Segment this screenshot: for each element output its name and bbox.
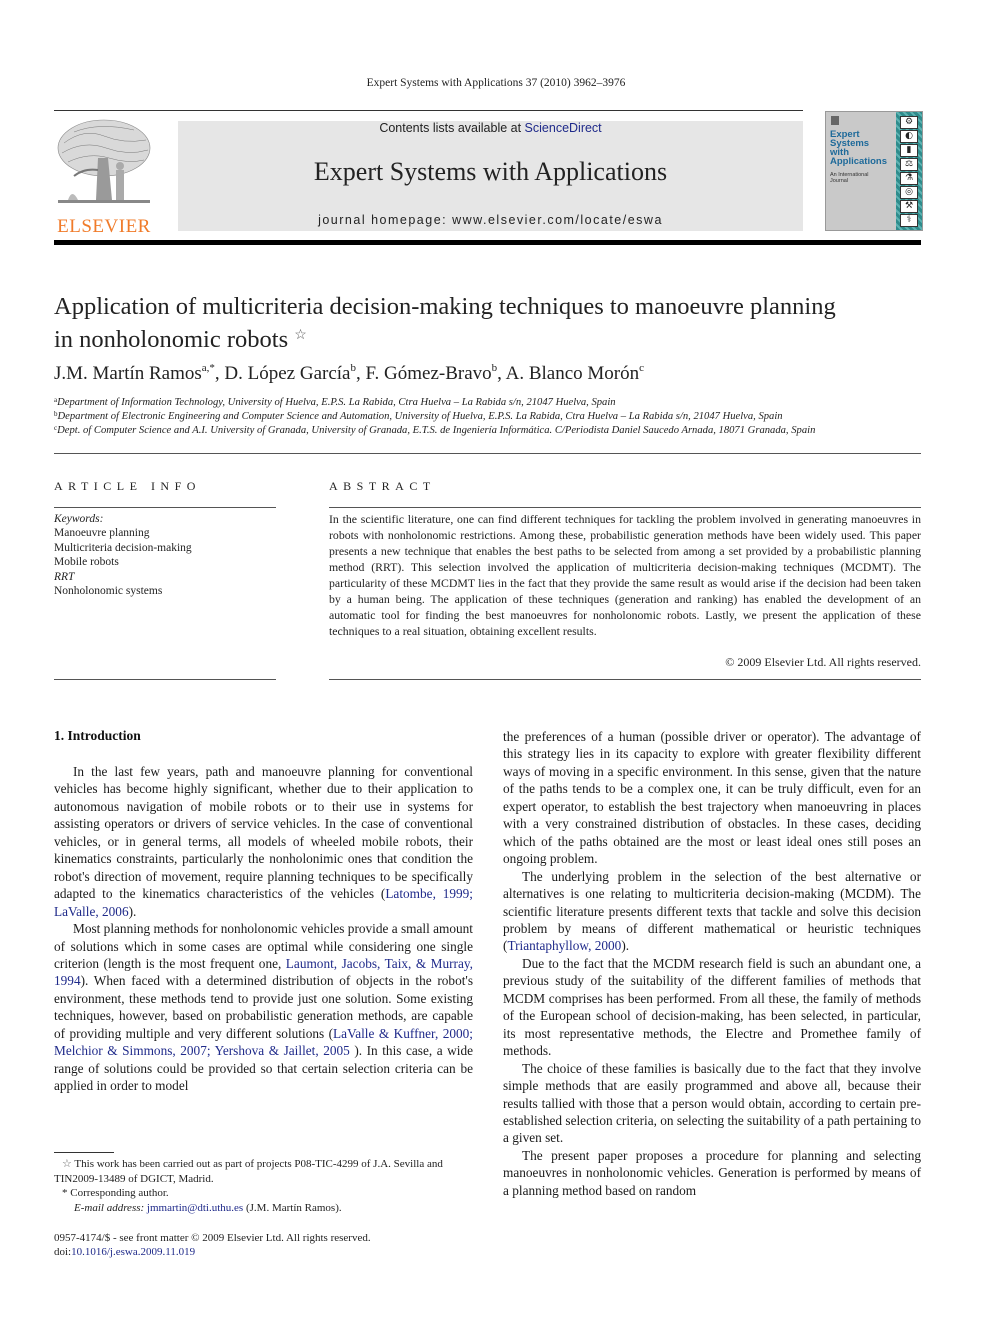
abstract-copyright: © 2009 Elsevier Ltd. All rights reserved… <box>725 655 921 669</box>
body-column-right: the preferences of a human (possible dri… <box>503 728 921 1199</box>
cover-microscope-icon: ⚗ <box>900 172 918 185</box>
doi-link[interactable]: 10.1016/j.eswa.2009.11.019 <box>71 1246 195 1258</box>
cover-subtitle-line: Journal <box>830 178 849 184</box>
article-info-bottom-rule <box>54 679 276 680</box>
footnotes: ☆ This work has been carried out as part… <box>54 1157 473 1215</box>
cover-title: Expert Systems with Applications <box>830 130 888 167</box>
keyword[interactable]: Manoeuvre planning <box>54 526 192 540</box>
issn-line: 0957-4174/$ - see front matter © 2009 El… <box>54 1232 371 1244</box>
keyword[interactable]: Multicriteria decision-making <box>54 541 192 555</box>
running-header: Expert Systems with Applications 37 (201… <box>366 77 626 89</box>
author[interactable]: F. Gómez-Bravob <box>366 362 498 384</box>
masthead-rule <box>54 240 921 245</box>
title-note-star-icon[interactable]: ☆ <box>294 328 307 343</box>
header-rule <box>54 110 803 111</box>
affiliation: bDepartment of Electronic Engineering an… <box>54 410 783 422</box>
cover-publisher-mark-icon <box>831 116 839 125</box>
author[interactable]: A. Blanco Morónc <box>506 362 644 384</box>
keyword[interactable]: Nonholonomic systems <box>54 584 192 598</box>
elsevier-tree-icon <box>57 119 151 203</box>
footnote-rule <box>54 1152 114 1153</box>
doi-line: doi:10.1016/j.eswa.2009.11.019 <box>54 1246 196 1258</box>
keyword[interactable]: RRT <box>54 570 192 584</box>
abstract-heading: ABSTRACT <box>329 479 436 493</box>
footnote-email: E-mail address: jmmartin@dti.uthu.es (J.… <box>74 1201 342 1214</box>
contents-label: Contents lists available at <box>379 121 525 135</box>
footnote-funding: ☆ This work has been carried out as part… <box>54 1158 443 1185</box>
front-matter-meta: 0957-4174/$ - see front matter © 2009 El… <box>54 1231 371 1259</box>
cover-caduceus-icon: ⚕ <box>900 214 918 227</box>
footnote-corresponding: * Corresponding author. <box>62 1187 169 1199</box>
article-info-rule <box>54 507 276 508</box>
author-list: J.M. Martín Ramosa,*, D. López Garcíab, … <box>54 362 645 384</box>
journal-homepage-link[interactable]: journal homepage: www.elsevier.com/locat… <box>178 213 803 227</box>
sciencedirect-link[interactable]: ScienceDirect <box>525 121 602 135</box>
paragraph: Most planning methods for nonholonomic v… <box>54 921 473 1094</box>
affiliation: cDept. of Computer Science and A.I. Univ… <box>54 424 816 436</box>
keywords-label: Keywords: <box>54 513 104 525</box>
cover-title-line: Applications <box>830 156 888 167</box>
section-heading-introduction: 1. Introduction <box>54 728 141 743</box>
contents-available: Contents lists available at ScienceDirec… <box>178 121 803 135</box>
cover-subtitle: An International Journal <box>830 172 869 184</box>
cover-bar-chart-icon: ▮ <box>900 144 918 157</box>
abstract-bottom-rule <box>329 679 921 680</box>
star-icon: ☆ <box>62 1158 72 1170</box>
abstract-rule <box>329 507 921 508</box>
paragraph: Due to the fact that the MCDM research f… <box>503 955 921 1059</box>
affiliation-rule <box>54 453 921 454</box>
paragraph: The choice of these families is basicall… <box>503 1060 921 1146</box>
affiliation: aDepartment of Information Technology, U… <box>54 396 616 408</box>
cover-globe-icon: ◐ <box>900 130 918 143</box>
paragraph: In the last few years, path and manoeuvr… <box>54 764 473 919</box>
cover-scales-icon: ⚖ <box>900 158 918 171</box>
body-column-left: In the last few years, path and manoeuvr… <box>54 763 473 1095</box>
cover-tool-icon: ⚒ <box>900 200 918 213</box>
email-link[interactable]: jmmartin@dti.uthu.es <box>147 1202 243 1214</box>
paragraph: the preferences of a human (possible dri… <box>503 729 921 867</box>
abstract-text: In the scientific literature, one can fi… <box>329 512 921 638</box>
citation-link[interactable]: Triantaphyllow, 2000 <box>507 938 621 953</box>
author[interactable]: J.M. Martín Ramosa,* <box>54 362 215 384</box>
title-line: in nonholonomic robots ☆ <box>54 321 924 354</box>
title-text: in nonholonomic robots <box>54 326 289 353</box>
paragraph: The underlying problem in the selection … <box>503 868 921 954</box>
keyword[interactable]: Mobile robots <box>54 555 192 569</box>
title-line: Application of multicriteria decision-ma… <box>54 293 836 320</box>
paragraph: The present paper proposes a procedure f… <box>503 1147 921 1198</box>
elsevier-wordmark: ELSEVIER <box>57 216 151 237</box>
article-info-heading: ARTICLE INFO <box>54 479 201 493</box>
author[interactable]: D. López Garcíab <box>224 362 356 384</box>
elsevier-logo[interactable]: ELSEVIER <box>54 118 154 237</box>
keywords-block: Keywords: Manoeuvre planning Multicriter… <box>54 512 192 598</box>
article-title: Application of multicriteria decision-ma… <box>54 292 924 354</box>
cover-satellite-icon: ◎ <box>900 186 918 199</box>
cover-gear-icon: ⚙ <box>900 116 918 129</box>
journal-cover-thumbnail[interactable]: Expert Systems with Applications An Inte… <box>825 111 923 231</box>
journal-title: Expert Systems with Applications <box>313 157 668 186</box>
journal-banner: Contents lists available at ScienceDirec… <box>178 121 803 231</box>
